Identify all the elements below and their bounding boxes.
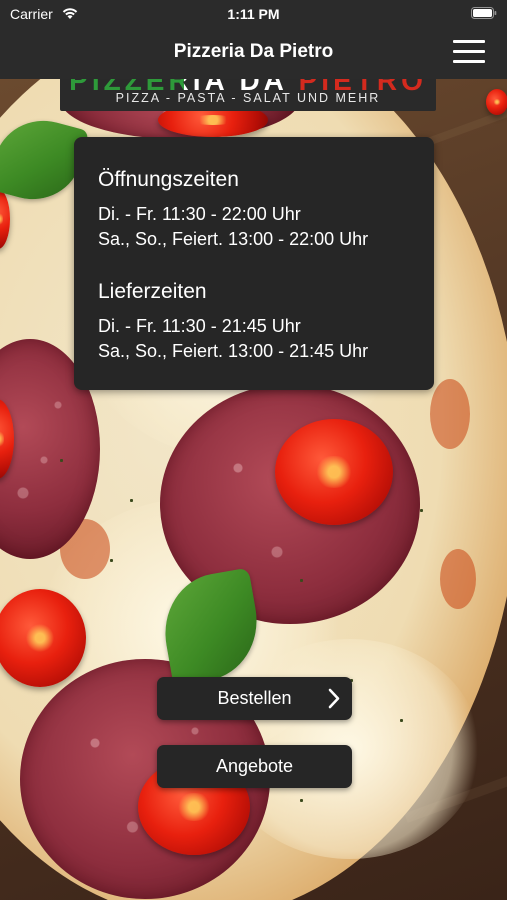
opening-hours-line: Sa., So., Feiert. 13:00 - 22:00 Uhr	[98, 229, 369, 249]
battery-icon	[471, 7, 497, 19]
hours-card: Öffnungszeiten Di. - Fr. 11:30 - 22:00 U…	[74, 137, 434, 390]
delivery-hours-line: Sa., So., Feiert. 13:00 - 21:45 Uhr	[98, 341, 369, 361]
restaurant-logo: PIZZERIA DA PIETRO PIZZA - PASTA - SALAT…	[60, 79, 436, 111]
order-button-label: Bestellen	[217, 688, 292, 708]
order-button[interactable]: Bestellen	[157, 677, 352, 720]
offers-button-label: Angebote	[215, 756, 294, 776]
navigation-bar: Pizzeria Da Pietro	[0, 28, 507, 79]
status-bar: Carrier 1:11 PM	[0, 0, 507, 28]
hamburger-menu-icon[interactable]	[453, 40, 485, 66]
delivery-hours-title: Lieferzeiten	[98, 280, 207, 303]
chevron-right-icon	[328, 688, 340, 709]
opening-hours-title: Öffnungszeiten	[98, 168, 239, 191]
nav-title: Pizzeria Da Pietro	[173, 41, 334, 62]
delivery-hours-line: Di. - Fr. 11:30 - 21:45 Uhr	[98, 316, 301, 336]
logo-tagline: PIZZA - PASTA - SALAT UND MEHR	[115, 91, 381, 105]
clock: 1:11 PM	[227, 6, 280, 22]
offers-button[interactable]: Angebote	[157, 745, 352, 788]
opening-hours-line: Di. - Fr. 11:30 - 22:00 Uhr	[98, 204, 301, 224]
